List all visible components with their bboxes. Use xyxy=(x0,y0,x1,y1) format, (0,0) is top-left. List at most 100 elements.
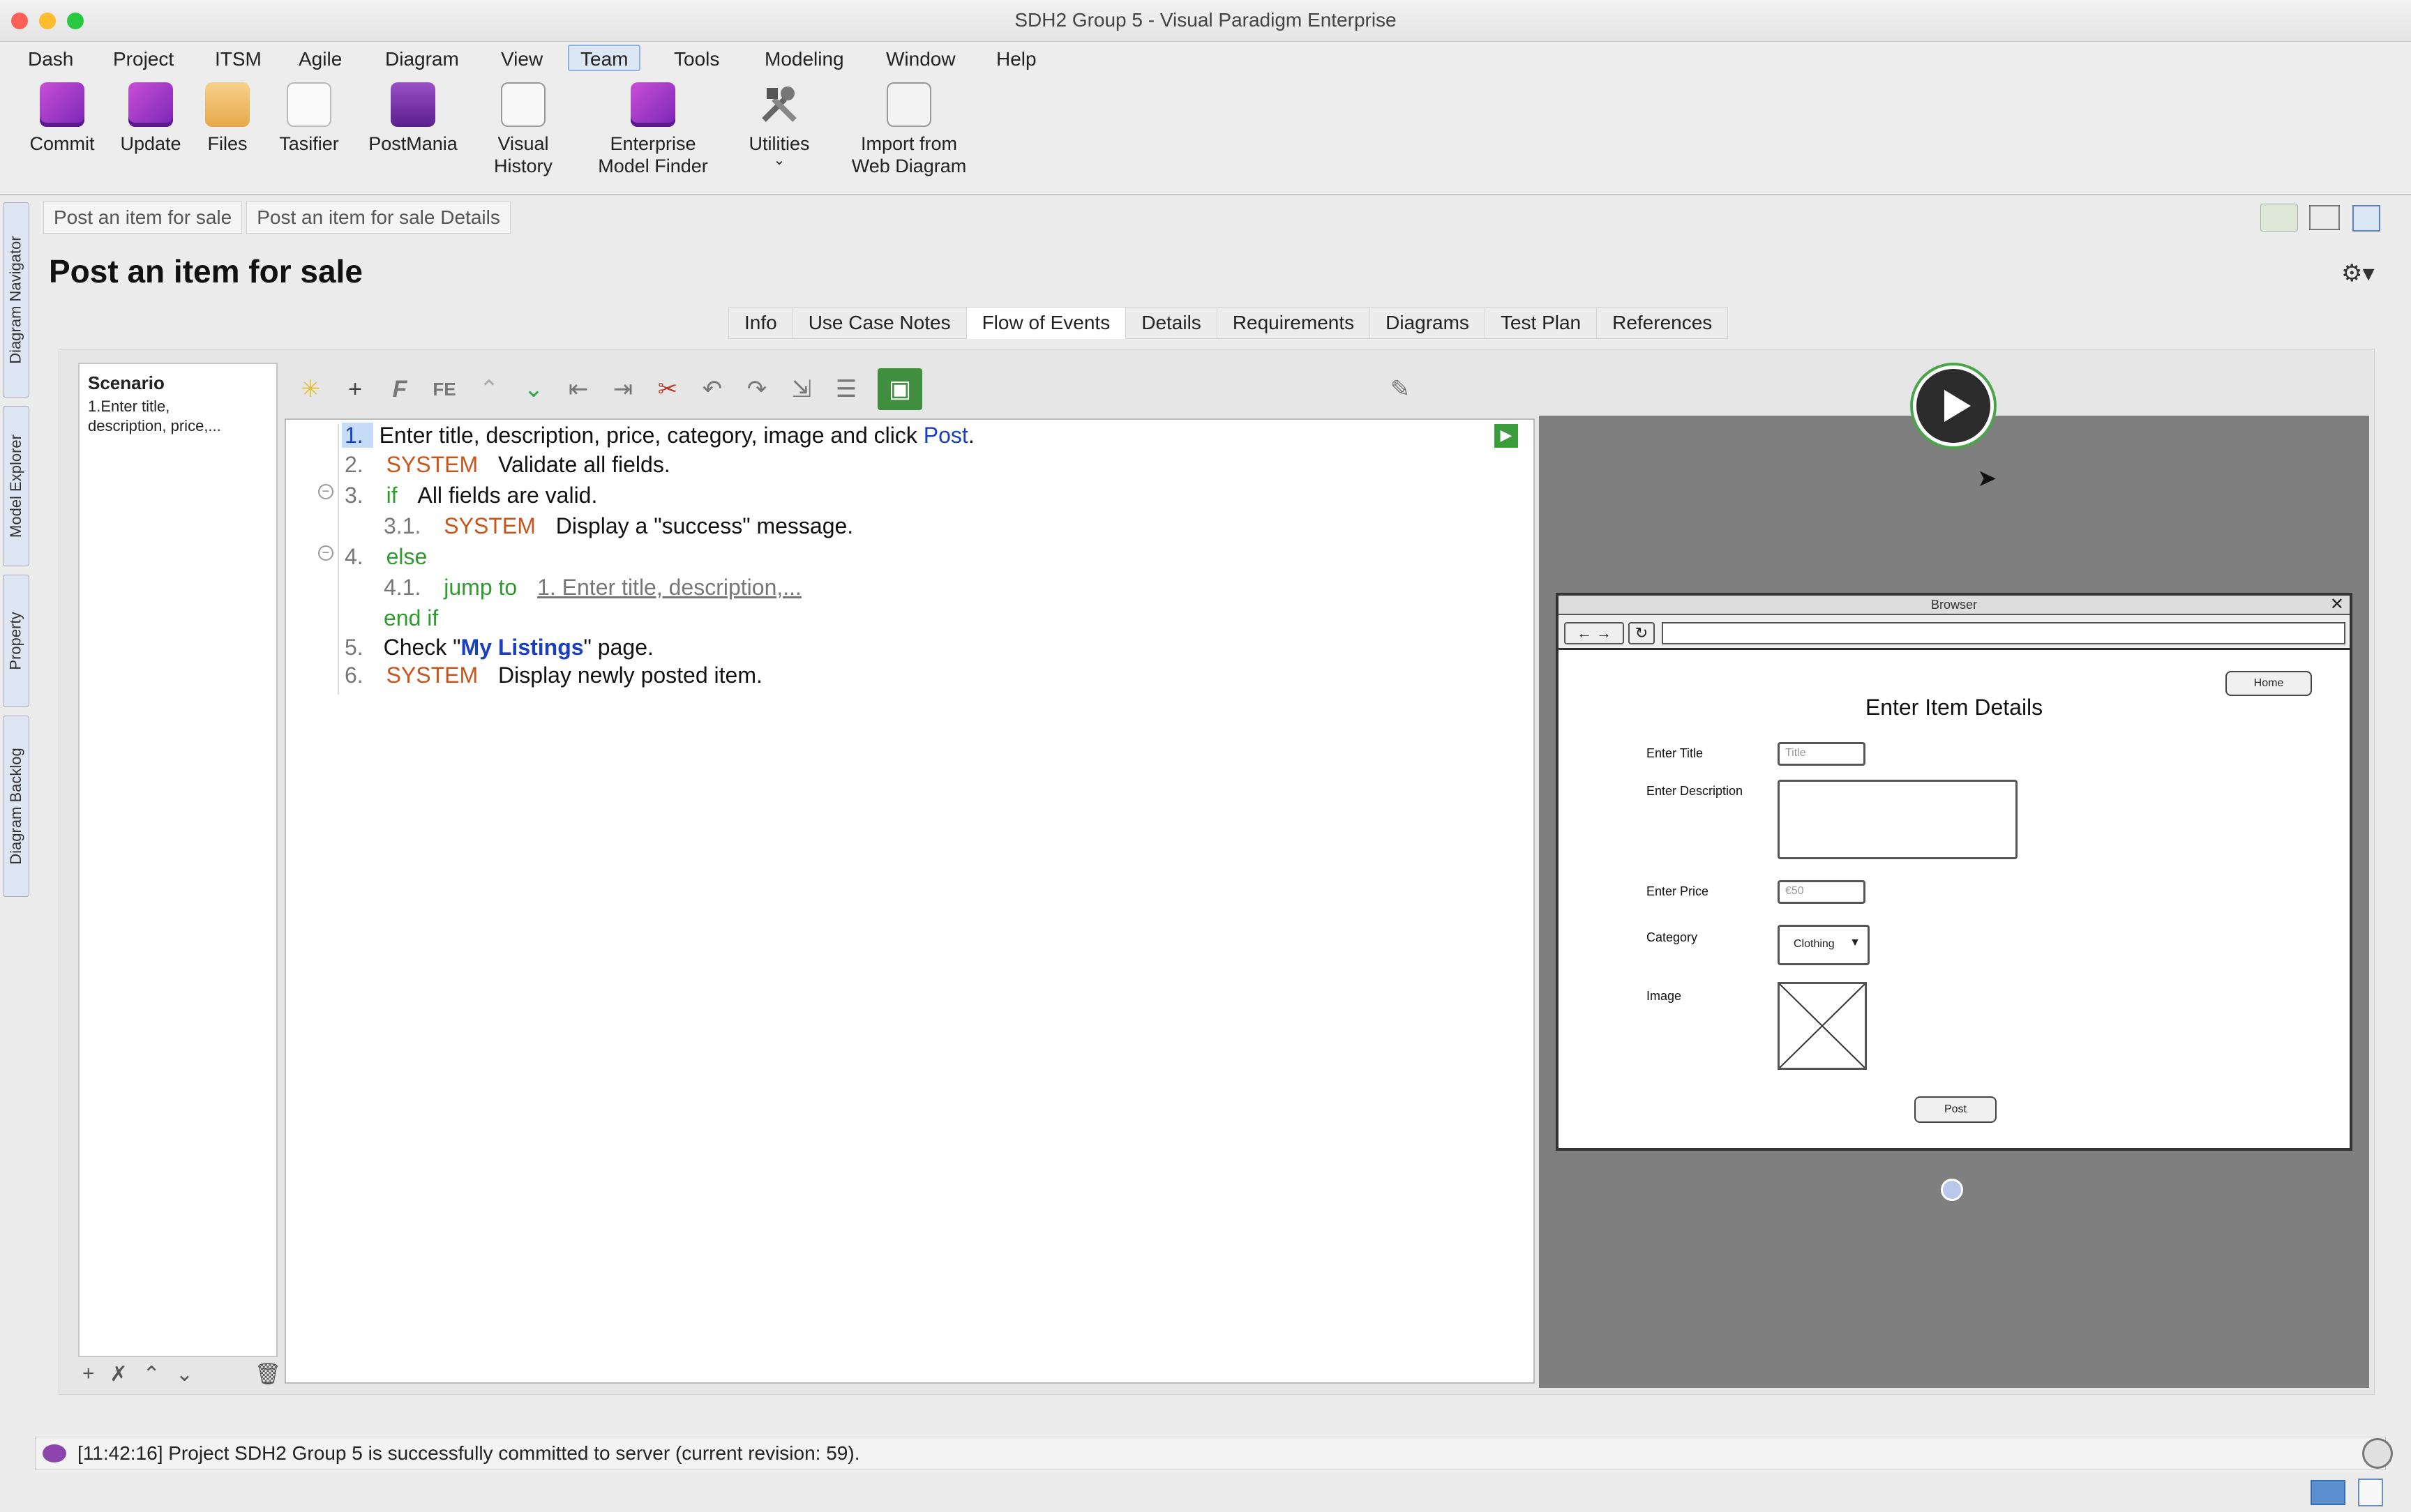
menu-help[interactable]: Help xyxy=(995,46,1038,73)
add-icon[interactable]: + xyxy=(82,1362,95,1386)
menu-tools[interactable]: Tools xyxy=(673,46,721,73)
tools-icon xyxy=(757,82,802,127)
import-from-web-diagram-button[interactable]: Import from Web Diagram xyxy=(841,82,977,177)
move-step-up-icon[interactable]: ⌃ xyxy=(476,375,502,403)
step-3[interactable]: 3. if All fields are valid. xyxy=(345,483,597,508)
model-explorer-tab[interactable]: Model Explorer xyxy=(3,406,29,566)
step-gutter-line xyxy=(338,424,339,695)
breadcrumb-item-details[interactable]: Post an item for sale Details xyxy=(246,202,511,234)
breadcrumb-item-use-case[interactable]: Post an item for sale xyxy=(43,202,243,234)
export-icon[interactable]: ⇲ xyxy=(788,375,815,403)
edit-note-icon[interactable]: ✎ xyxy=(1387,375,1413,403)
files-button[interactable]: Files xyxy=(201,82,254,155)
more-screens-icon[interactable] xyxy=(1941,1179,1963,1201)
if-keyword: if xyxy=(386,483,398,508)
new-step-icon[interactable]: ✳ xyxy=(297,375,324,403)
format-icon[interactable]: F xyxy=(386,376,413,403)
tab-flow-of-events[interactable]: Flow of Events xyxy=(966,307,1127,339)
step-2[interactable]: 2. SYSTEM Validate all fields. xyxy=(345,452,670,478)
menu-itsm[interactable]: ITSM xyxy=(213,46,263,73)
screen-link-icon[interactable]: ▣ xyxy=(878,368,922,410)
enterprise-model-finder-button[interactable]: Enterprise Model Finder xyxy=(592,82,714,177)
tab-use-case-notes[interactable]: Use Case Notes xyxy=(792,307,967,339)
system-keyword: SYSTEM xyxy=(444,513,536,538)
tab-details[interactable]: Details xyxy=(1125,307,1217,339)
step-5[interactable]: 5. Check "My Listings" page. xyxy=(345,635,654,660)
notes-icon[interactable] xyxy=(2358,1479,2383,1506)
outdent-icon[interactable]: ⇤ xyxy=(565,375,592,403)
commit-button[interactable]: Commit xyxy=(25,82,99,155)
visual-history-button[interactable]: Visual History xyxy=(481,82,565,177)
dropdown-arrow-icon: ▼ xyxy=(1849,937,1861,948)
post-link[interactable]: Post xyxy=(924,423,968,448)
menu-project[interactable]: Project xyxy=(112,46,175,73)
step-1-text: Enter title, description, price, categor… xyxy=(379,423,924,448)
model-explorer-label: Model Explorer xyxy=(7,434,25,538)
gear-icon[interactable]: ⚙▾ xyxy=(2341,259,2375,287)
menu-dash[interactable]: Dash xyxy=(27,46,75,73)
fit-view-icon[interactable] xyxy=(2309,205,2340,230)
menu-modeling[interactable]: Modeling xyxy=(763,46,846,73)
checklist-icon[interactable]: ☰ xyxy=(833,375,859,403)
back-forward-icon: ← → xyxy=(1564,622,1624,644)
side-panel-strip: Diagram Navigator Model Explorer Propert… xyxy=(0,195,31,948)
menu-bar: Dash Project ITSM Agile Diagram View Tea… xyxy=(0,42,2411,75)
scenario-item[interactable]: 1.Enter title, description, price,... xyxy=(80,397,276,436)
step-4-1-number: 4.1. xyxy=(384,575,421,600)
menu-team[interactable]: Team xyxy=(568,45,641,71)
undo-icon[interactable]: ↶ xyxy=(699,375,726,403)
postmania-button[interactable]: PostMania xyxy=(364,82,462,155)
move-up-icon[interactable]: ⌃ xyxy=(143,1362,160,1386)
tab-test-plan[interactable]: Test Plan xyxy=(1484,307,1598,339)
tasifier-button[interactable]: Tasifier xyxy=(272,82,346,155)
step-4[interactable]: 4. else xyxy=(345,544,427,570)
step-1[interactable]: 1. Enter title, description, price, cate… xyxy=(342,423,975,448)
mail-icon[interactable] xyxy=(2311,1480,2345,1505)
play-storyboard-icon[interactable] xyxy=(1913,365,1994,446)
price-label: Enter Price xyxy=(1646,884,1709,898)
delete-icon[interactable]: 🗑 xyxy=(255,1362,281,1386)
step-3-1-number: 3.1. xyxy=(384,513,421,538)
diagram-backlog-tab[interactable]: Diagram Backlog xyxy=(3,716,29,897)
flow-of-events-editor[interactable]: ▶ 1. Enter title, description, price, ca… xyxy=(285,418,1535,1384)
share-icon[interactable] xyxy=(2260,204,2298,232)
diagram-navigator-tab[interactable]: Diagram Navigator xyxy=(3,202,29,398)
menu-view[interactable]: View xyxy=(500,46,544,73)
update-button[interactable]: Update xyxy=(114,82,187,155)
tab-info[interactable]: Info xyxy=(728,307,793,339)
wireframe-heading: Enter Item Details xyxy=(1865,695,2043,720)
indent-icon[interactable]: ⇥ xyxy=(610,375,636,403)
step-6[interactable]: 6. SYSTEM Display newly posted item. xyxy=(345,663,763,688)
collapse-if-icon[interactable]: − xyxy=(318,484,333,499)
status-toggle-icon[interactable] xyxy=(2362,1438,2393,1469)
jump-target-link[interactable]: 1. Enter title, description,... xyxy=(537,575,802,600)
my-listings-link[interactable]: My Listings xyxy=(461,635,584,660)
collapse-else-icon[interactable]: − xyxy=(318,545,333,561)
system-keyword: SYSTEM xyxy=(386,452,479,477)
layout-icon[interactable] xyxy=(2352,205,2380,232)
redo-icon[interactable]: ↷ xyxy=(744,375,770,403)
tab-requirements[interactable]: Requirements xyxy=(1216,307,1371,339)
step-1-end: . xyxy=(968,423,975,448)
tab-diagrams[interactable]: Diagrams xyxy=(1369,307,1485,339)
property-tab[interactable]: Property xyxy=(3,575,29,707)
add-step-icon[interactable]: + xyxy=(342,376,368,403)
breadcrumb: Post an item for sale Post an item for s… xyxy=(43,202,515,234)
format-extension-icon[interactable]: FE xyxy=(431,379,458,400)
scenario-list: Scenario 1.Enter title, description, pri… xyxy=(78,363,278,1357)
wireframe-browser: Browser ✕ ← → ↻ Home Enter Item Details … xyxy=(1556,593,2352,1151)
tab-references[interactable]: References xyxy=(1596,307,1729,339)
property-label: Property xyxy=(7,612,24,670)
utilities-button[interactable]: Utilities ⌄ xyxy=(739,82,819,167)
step-4-1[interactable]: 4.1. jump to 1. Enter title, description… xyxy=(384,575,802,600)
step-3-1[interactable]: 3.1. SYSTEM Display a "success" message. xyxy=(384,513,853,539)
move-step-down-icon[interactable]: ⌄ xyxy=(520,375,547,403)
edit-icon[interactable]: ✗ xyxy=(110,1362,128,1386)
delete-step-icon[interactable]: ✂ xyxy=(654,375,681,403)
menu-diagram[interactable]: Diagram xyxy=(384,46,460,73)
menu-agile[interactable]: Agile xyxy=(297,46,343,73)
move-down-icon[interactable]: ⌄ xyxy=(176,1362,193,1386)
play-icon[interactable]: ▶ xyxy=(1494,424,1518,448)
menu-window[interactable]: Window xyxy=(885,46,957,73)
tasifier-icon xyxy=(287,82,331,127)
